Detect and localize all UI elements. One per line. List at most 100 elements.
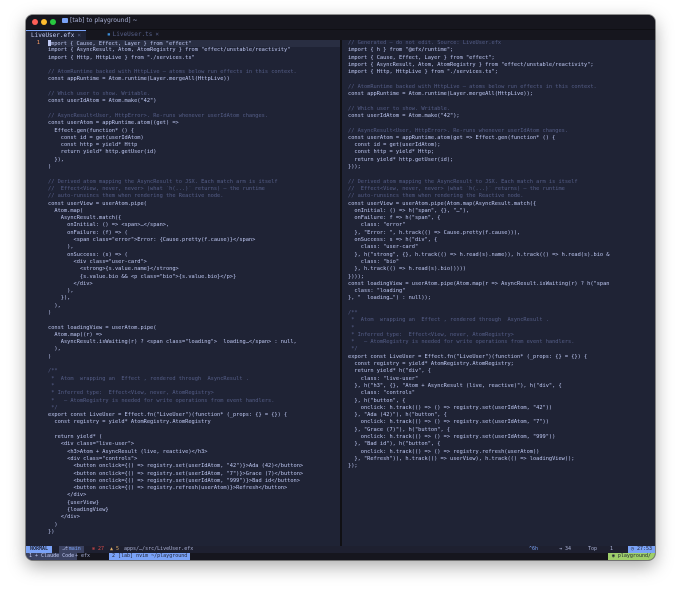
code-line[interactable] <box>48 84 340 91</box>
code-line[interactable]: class: "live-user" <box>348 376 655 383</box>
code-line[interactable]: const id = get(userIdAtom); <box>348 142 655 149</box>
code-line[interactable]: /** <box>348 310 655 317</box>
code-line[interactable]: // Effect<View, never, never> (what `h(.… <box>48 186 340 193</box>
code-line[interactable]: <h3>Atom + AsyncResult (live, reactive)<… <box>48 449 340 456</box>
code-line[interactable]: </div> <box>48 281 340 288</box>
code-line[interactable]: * <box>348 325 655 332</box>
code-line[interactable]: onFailure: f => h("span", { <box>348 215 655 222</box>
code-line[interactable] <box>348 98 655 105</box>
code-line[interactable]: * — AtomRegistry is needed for write ope… <box>48 398 340 405</box>
code-line[interactable]: }, "Grace (7)"), h("button", { <box>348 427 655 434</box>
code-line[interactable] <box>348 171 655 178</box>
code-line[interactable]: import { Http, HttpLive } from "./servic… <box>348 69 655 76</box>
code-line[interactable]: AsyncResult.match({ <box>48 215 340 222</box>
code-line[interactable]: }, " loading…") : null)); <box>348 295 655 302</box>
code-line[interactable]: const loadingView = userAtom.pipe( <box>48 325 340 332</box>
code-line[interactable]: ), <box>48 303 340 310</box>
code-line[interactable]: // AtomRuntime backed with HttpLive — at… <box>48 69 340 76</box>
code-line[interactable]: Atom.map( <box>48 208 340 215</box>
code-line[interactable]: onclick: h.track(() => () => registry.se… <box>348 405 655 412</box>
code-line[interactable]: }, "Refresh")), h.track(() => userView),… <box>348 456 655 463</box>
code-line[interactable]: // Which user to show. Writable. <box>348 106 655 113</box>
code-line[interactable]: const http = yield* Http <box>48 142 340 149</box>
code-line[interactable]: // Effect<View, never, never> (what `h(.… <box>348 186 655 193</box>
code-line[interactable]: const userIdAtom = Atom.make("42"); <box>348 113 655 120</box>
code-line[interactable]: }); <box>348 463 655 470</box>
code-line[interactable]: }), <box>48 295 340 302</box>
code-line[interactable]: onclick: h.track(() => () => registry.se… <box>348 434 655 441</box>
code-line[interactable]: // Derived atom mapping the AsyncResult … <box>48 179 340 186</box>
code-line[interactable]: onInitial: () => <span>…</span>, <box>48 222 340 229</box>
code-line[interactable]: ) <box>48 354 340 361</box>
tmux-window-1[interactable]: 1 + Claude Code <box>26 553 78 560</box>
code-line[interactable]: * Atom wrapping an Effect , rendered thr… <box>48 376 340 383</box>
code-line[interactable]: {s.value.bio && <p class="bio">{s.value.… <box>48 274 340 281</box>
code-line[interactable]: // Generated — do not edit. Source: Live… <box>348 40 655 47</box>
code-line[interactable]: <span class="error">Error: {Cause.pretty… <box>48 237 340 244</box>
code-line[interactable]: }) <box>48 529 340 536</box>
code-line[interactable]: onSuccess: s => h("div", { <box>348 237 655 244</box>
editor-pane-right[interactable]: // Generated — do not edit. Source: Live… <box>342 40 655 546</box>
tab-liveuser-efx[interactable]: LiveUser.efx × <box>26 30 86 40</box>
code-line[interactable]: import { Http, HttpLive } from "./servic… <box>48 55 340 62</box>
code-line[interactable]: }), <box>48 157 340 164</box>
code-line[interactable] <box>348 303 655 310</box>
code-line[interactable]: <button onclick={() => registry.set(user… <box>48 471 340 478</box>
code-line[interactable]: // auto-runsincs them when rendering the… <box>48 193 340 200</box>
tab-close-icon[interactable]: × <box>77 32 81 39</box>
code-line[interactable]: * — AtomRegistry is needed for write ope… <box>348 339 655 346</box>
code-line[interactable] <box>48 427 340 434</box>
code-line[interactable]: // Derived atom mapping the AsyncResult … <box>348 179 655 186</box>
code-line[interactable]: ), <box>48 288 340 295</box>
error-count[interactable]: ⊗ 27 <box>92 546 104 553</box>
code-line[interactable]: * Inferred type: Effect<View, never, Ato… <box>48 390 340 397</box>
code-line[interactable]: onclick: h.track(() => () => registry.se… <box>348 419 655 426</box>
code-line[interactable]: {userView} <box>48 500 340 507</box>
code-line[interactable]: <button onclick={() => registry.set(user… <box>48 478 340 485</box>
code-line[interactable]: export const LiveUser = Effect.fn("LiveU… <box>48 412 340 419</box>
code-line[interactable]: }, h("h3", {}, "Atom + AsyncResult (live… <box>348 383 655 390</box>
code-line[interactable]: }, "Error: ", h.track(() => Cause.pretty… <box>348 230 655 237</box>
code-line[interactable]: const appRuntime = Atom.runtime(Layer.me… <box>48 76 340 83</box>
code-line[interactable]: const userAtom = appRuntime.atom(get => … <box>348 135 655 142</box>
code-line[interactable]: return yield* ( <box>48 434 340 441</box>
code-line[interactable]: Atom.map((r) => <box>48 332 340 339</box>
code-buffer-efx[interactable]: mport { Cause, Effect, Layer } from "eff… <box>48 40 340 536</box>
code-line[interactable]: * Atom wrapping an Effect , rendered thr… <box>348 317 655 324</box>
code-line[interactable]: mport { Cause, Effect, Layer } from "eff… <box>48 40 340 48</box>
code-line[interactable]: class: "loading" <box>348 288 655 295</box>
code-line[interactable]: */ <box>348 346 655 353</box>
code-line[interactable]: const userView = userAtom.pipe(Atom.map(… <box>348 201 655 208</box>
code-line[interactable]: import { AsyncResult, Atom, AtomRegistry… <box>48 47 340 54</box>
code-line[interactable]: const http = yield* Http; <box>348 149 655 156</box>
maximize-window-button[interactable] <box>50 19 56 25</box>
code-line[interactable]: // Which user to show. Writable. <box>48 91 340 98</box>
code-buffer-generated[interactable]: // Generated — do not edit. Source: Live… <box>348 40 655 471</box>
tab-close-icon[interactable]: × <box>155 31 159 38</box>
code-line[interactable]: import { AsyncResult, Atom, AtomRegistry… <box>348 62 655 69</box>
code-line[interactable]: <div class="live-user"> <box>48 441 340 448</box>
code-line[interactable]: export const LiveUser = Effect.fn("LiveU… <box>348 354 655 361</box>
code-line[interactable]: const userView = userAtom.pipe( <box>48 201 340 208</box>
code-line[interactable]: const userAtom = appRuntime.atom((get) =… <box>48 120 340 127</box>
code-line[interactable]: const userIdAtom = Atom.make("42") <box>48 98 340 105</box>
code-line[interactable]: import { Cause, Effect, Layer } from "ef… <box>348 55 655 62</box>
code-line[interactable]: return yield* h("div", { <box>348 368 655 375</box>
code-line[interactable]: ) <box>48 310 340 317</box>
editor-pane-left[interactable]: 1 mport { Cause, Effect, Layer } from "e… <box>26 40 340 546</box>
code-line[interactable]: // AtomRuntime backed with HttpLive — at… <box>348 84 655 91</box>
code-line[interactable]: // AsyncResult<User, HttpError>. Re-runs… <box>48 113 340 120</box>
code-line[interactable]: * Inferred type: Effect<View, never, Ato… <box>348 332 655 339</box>
code-line[interactable]: <div class="controls"> <box>48 456 340 463</box>
code-line[interactable]: import { h } from "@efx/runtime"; <box>348 47 655 54</box>
code-line[interactable]: AsyncResult.isWaiting(r) ? <span class="… <box>48 339 340 346</box>
minimize-window-button[interactable] <box>41 19 47 25</box>
code-line[interactable]: Effect.gen(function* () { <box>48 128 340 135</box>
code-line[interactable]: {loadingView} <box>48 507 340 514</box>
code-line[interactable]: }, h("strong", {}, h.track(() => h.read(… <box>348 252 655 259</box>
code-line[interactable]: class: "error" <box>348 222 655 229</box>
code-line[interactable] <box>48 106 340 113</box>
code-line[interactable] <box>48 361 340 368</box>
code-line[interactable]: class: "controls" <box>348 390 655 397</box>
code-line[interactable]: ), <box>48 244 340 251</box>
